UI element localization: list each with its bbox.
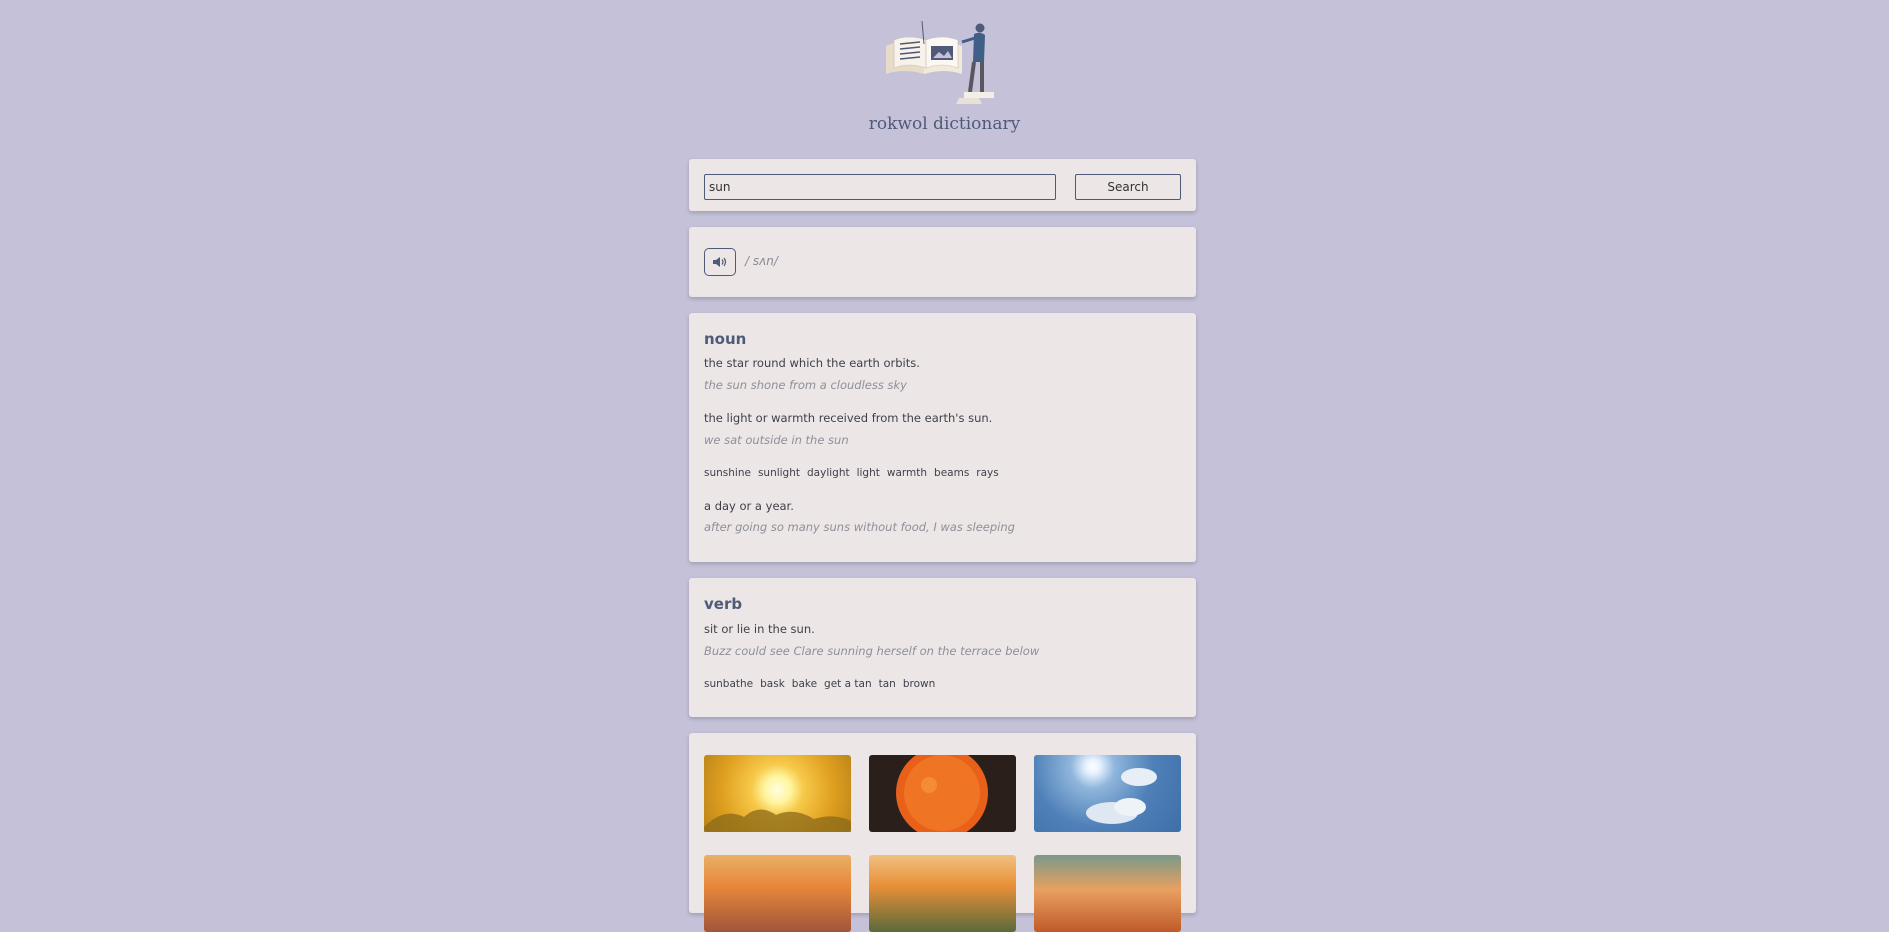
example-text: the sun shone from a cloudless sky (704, 378, 907, 392)
synonym-item[interactable]: brown (903, 678, 935, 690)
play-audio-button[interactable] (704, 248, 736, 276)
sun-image[interactable] (869, 855, 1016, 932)
verb-meaning-card: verb sit or lie in the sun. Buzz could s… (689, 578, 1196, 717)
example-text: Buzz could see Clare sunning herself on … (704, 644, 1040, 658)
synonym-item[interactable]: get a tan (824, 678, 872, 690)
cloud-silhouette (704, 809, 851, 832)
synonym-item[interactable]: beams (934, 467, 969, 479)
example-text: we sat outside in the sun (704, 433, 849, 447)
app-title: rokwol dictionary (868, 114, 1021, 134)
synonym-item[interactable]: sunlight (758, 467, 800, 479)
synonym-item[interactable]: rays (976, 467, 998, 479)
synonym-item[interactable]: sunshine (704, 467, 751, 479)
synonym-item[interactable]: bask (760, 678, 785, 690)
synonym-item[interactable]: tan (879, 678, 896, 690)
search-button[interactable]: Search (1075, 174, 1181, 200)
example-text: after going so many suns without food, I… (704, 520, 1015, 534)
synonyms-list: sunbathe bask bake get a tan tan brown (704, 678, 935, 690)
search-card: Search (689, 159, 1196, 211)
speaker-icon (713, 257, 727, 267)
definition-text: a day or a year. (704, 499, 794, 513)
definition-text: the light or warmth received from the ea… (704, 411, 993, 425)
pronunciation-card: / sʌn/ (689, 227, 1196, 297)
sun-image[interactable] (1034, 755, 1181, 832)
logo-illustration (886, 20, 994, 104)
sun-image[interactable] (1034, 855, 1181, 932)
synonym-item[interactable]: light (857, 467, 880, 479)
part-of-speech: noun (704, 330, 747, 348)
synonym-item[interactable]: daylight (807, 467, 850, 479)
sun-disc-graphic (896, 747, 988, 839)
search-input[interactable] (704, 174, 1056, 200)
synonym-item[interactable]: warmth (887, 467, 927, 479)
definition-text: the star round which the earth orbits. (704, 356, 920, 370)
synonym-item[interactable]: sunbathe (704, 678, 753, 690)
cloud-graphic (1086, 768, 1157, 824)
image-gallery-card (689, 733, 1196, 932)
part-of-speech: verb (704, 595, 743, 613)
phonetic-text: / sʌn/ (745, 254, 778, 268)
sun-image[interactable] (704, 755, 851, 832)
synonyms-list: sunshine sunlight daylight light warmth … (704, 467, 999, 479)
noun-meaning-card: noun the star round which the earth orbi… (689, 313, 1196, 562)
sun-image[interactable] (704, 855, 851, 932)
definition-text: sit or lie in the sun. (704, 622, 815, 636)
sun-image[interactable] (869, 747, 1016, 839)
synonym-item[interactable]: bake (792, 678, 817, 690)
